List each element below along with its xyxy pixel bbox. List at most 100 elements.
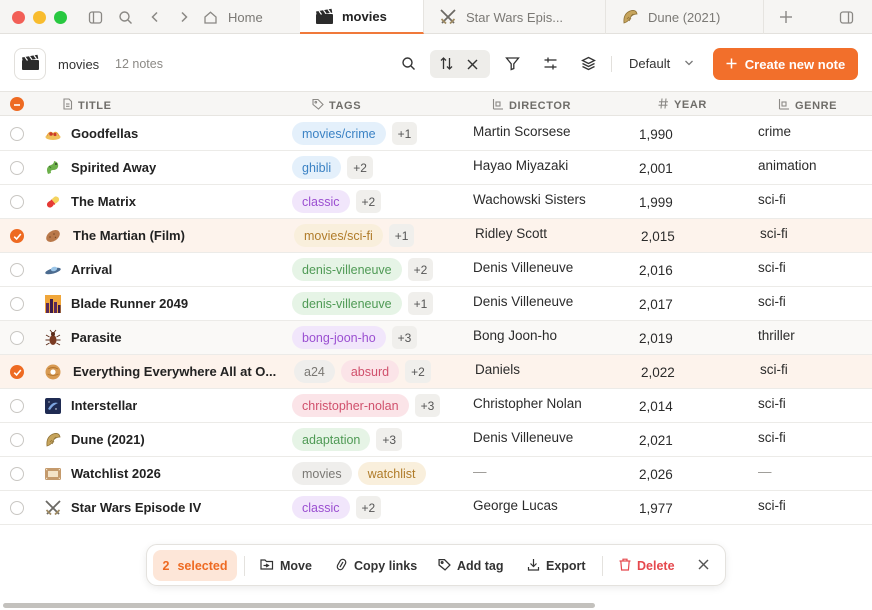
table-row[interactable]: Arrival denis-villeneuve +2 Denis Villeneuv… — [0, 253, 872, 287]
sort-button[interactable] — [432, 51, 460, 79]
properties-button[interactable] — [536, 51, 564, 79]
note-title[interactable]: Parasite — [71, 330, 122, 345]
column-label: TAGS — [329, 99, 362, 112]
export-button[interactable]: Export — [527, 558, 586, 574]
horizontal-scrollbar[interactable] — [3, 603, 595, 608]
minimize-window-button[interactable] — [33, 11, 46, 24]
collection-icon[interactable] — [14, 48, 46, 80]
table-row[interactable]: Dune (2021) adaptation +3 Denis Villeneuve 2… — [0, 423, 872, 457]
select-all-checkbox[interactable] — [10, 97, 24, 111]
search-icon[interactable] — [116, 8, 134, 26]
row-checkbox[interactable] — [10, 399, 24, 413]
more-tags-count[interactable]: +1 — [391, 122, 418, 145]
column-header-genre[interactable]: GENRE — [778, 98, 837, 113]
more-tags-count[interactable]: +1 — [407, 292, 434, 315]
table-row[interactable]: Spirited Away ghibli +2 Hayao Miyazaki 2,001… — [0, 151, 872, 185]
search-button[interactable] — [394, 51, 422, 79]
row-checkbox[interactable] — [10, 433, 24, 447]
create-new-note-button[interactable]: Create new note — [713, 48, 858, 80]
row-checkbox[interactable] — [10, 195, 24, 209]
move-button[interactable]: Move — [260, 558, 312, 574]
column-header-director[interactable]: DIRECTOR — [492, 98, 571, 113]
row-checkbox[interactable] — [10, 297, 24, 311]
note-title[interactable]: Interstellar — [71, 398, 137, 413]
tag-chip[interactable]: classic — [292, 496, 350, 519]
more-tags-count[interactable]: +2 — [355, 190, 382, 213]
tag-chip[interactable]: watchlist — [357, 462, 426, 485]
table-row[interactable]: Everything Everywhere All at O... a24 absu… — [0, 355, 872, 389]
more-tags-count[interactable]: +3 — [391, 326, 418, 349]
tag-chip[interactable]: movies/sci-fi — [294, 224, 383, 247]
note-title[interactable]: Everything Everywhere All at O... — [73, 364, 276, 379]
note-title[interactable]: The Matrix — [71, 194, 136, 209]
note-title[interactable]: Spirited Away — [71, 160, 156, 175]
close-window-button[interactable] — [12, 11, 25, 24]
delete-button[interactable]: Delete — [619, 558, 675, 574]
right-panel-toggle-icon[interactable] — [837, 8, 855, 26]
tag-chip[interactable]: bong-joon-ho — [292, 326, 386, 349]
table-row[interactable]: Star Wars Episode IV classic +2 George Luca… — [0, 491, 872, 525]
row-checkbox[interactable] — [10, 161, 24, 175]
table-row[interactable]: Blade Runner 2049 denis-villeneuve +1 Denis… — [0, 287, 872, 321]
more-tags-count[interactable]: +1 — [388, 224, 415, 247]
new-tab-icon[interactable] — [777, 8, 795, 26]
genre-cell: sci-fi — [758, 260, 786, 275]
tab-dune[interactable]: Dune (2021) — [606, 0, 764, 34]
sidebar-toggle-icon[interactable] — [86, 8, 104, 26]
genre-cell: sci-fi — [758, 294, 786, 309]
view-selector[interactable]: Default — [629, 56, 694, 71]
table-row[interactable]: Watchlist 2026 movies watchlist — 2,026 — — [0, 457, 872, 491]
column-header-tags[interactable]: TAGS — [312, 98, 361, 113]
note-title[interactable]: The Martian (Film) — [73, 228, 185, 243]
tag-chip[interactable]: classic — [292, 190, 350, 213]
more-tags-count[interactable]: +3 — [376, 428, 403, 451]
year-cell: 2,015 — [641, 229, 675, 244]
tab-star-wars[interactable]: Star Wars Epis... — [424, 0, 606, 34]
table-row[interactable]: Interstellar christopher-nolan +3 Christoph… — [0, 389, 872, 423]
more-tags-count[interactable]: +2 — [347, 156, 373, 179]
tag-chip[interactable]: movies/crime — [292, 122, 386, 145]
table-row[interactable]: Goodfellas movies/crime +1 Martin Scorsese 1… — [0, 117, 872, 151]
views-button[interactable] — [574, 51, 602, 79]
clear-sort-button[interactable] — [458, 51, 486, 79]
tab-movies[interactable]: movies — [300, 0, 424, 34]
row-checkbox[interactable] — [10, 365, 24, 379]
more-tags-count[interactable]: +2 — [405, 360, 431, 383]
tag-chip[interactable]: denis-villeneuve — [292, 258, 402, 281]
column-header-title[interactable]: TITLE — [62, 98, 112, 113]
row-checkbox[interactable] — [10, 229, 24, 243]
row-checkbox[interactable] — [10, 263, 24, 277]
note-title[interactable]: Arrival — [71, 262, 112, 277]
tag-chip[interactable]: adaptation — [292, 428, 371, 451]
zoom-window-button[interactable] — [54, 11, 67, 24]
director-cell: Denis Villeneuve — [473, 260, 574, 275]
tag-chip[interactable]: a24 — [294, 360, 335, 383]
table-row[interactable]: The Martian (Film) movies/sci-fi +1 Ridley … — [0, 219, 872, 253]
row-checkbox[interactable] — [10, 331, 24, 345]
tag-chip[interactable]: christopher-nolan — [292, 394, 409, 417]
column-header-year[interactable]: YEAR — [658, 98, 707, 112]
copy-links-button[interactable]: Copy links — [335, 558, 417, 574]
note-title[interactable]: Star Wars Episode IV — [71, 500, 201, 515]
row-checkbox[interactable] — [10, 467, 24, 481]
tab-home[interactable]: Home — [186, 0, 300, 34]
note-title[interactable]: Goodfellas — [71, 126, 138, 141]
more-tags-count[interactable]: +2 — [407, 258, 434, 281]
tag-chip[interactable]: ghibli — [292, 156, 342, 179]
add-tag-button[interactable]: Add tag — [438, 558, 504, 574]
row-checkbox[interactable] — [10, 501, 24, 515]
table-row[interactable]: Parasite bong-joon-ho +3 Bong Joon-ho 2,019 t… — [0, 321, 872, 355]
tag-chip[interactable]: absurd — [340, 360, 400, 383]
more-tags-count[interactable]: +3 — [414, 394, 441, 417]
tag-chip[interactable]: movies — [292, 462, 352, 485]
back-arrow-icon[interactable] — [146, 8, 164, 26]
note-title[interactable]: Blade Runner 2049 — [71, 296, 188, 311]
tag-chip[interactable]: denis-villeneuve — [292, 292, 402, 315]
table-row[interactable]: The Matrix classic +2 Wachowski Sisters 1,99… — [0, 185, 872, 219]
filter-button[interactable] — [498, 51, 526, 79]
dismiss-selection-button[interactable] — [698, 559, 709, 573]
more-tags-count[interactable]: +2 — [355, 496, 382, 519]
row-checkbox[interactable] — [10, 127, 24, 141]
note-title[interactable]: Watchlist 2026 — [71, 466, 161, 481]
note-title[interactable]: Dune (2021) — [71, 432, 145, 447]
